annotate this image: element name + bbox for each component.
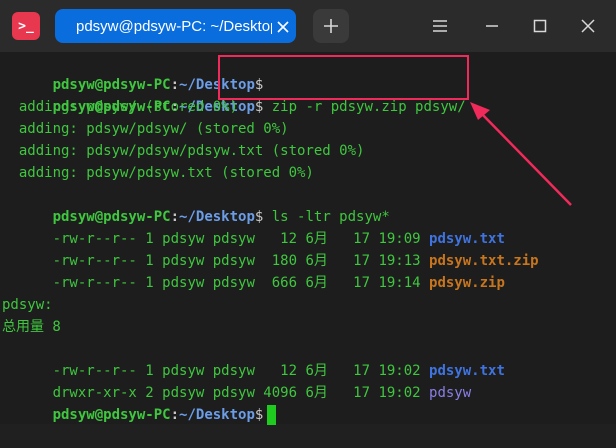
output-line: adding: pdsyw/pdsyw/pdsyw.txt (stored 0%… [2, 143, 365, 159]
plus-icon [324, 19, 338, 33]
prompt-sep: : [170, 407, 180, 423]
minimize-icon [486, 25, 498, 27]
output-line: adding: pdsyw/pdsyw.txt (stored 0%) [2, 165, 314, 181]
tab-active[interactable]: pdsyw@pdsyw-PC: ~/Desktop [55, 9, 296, 43]
hamburger-icon [433, 20, 447, 32]
prompt-line: pdsyw@pdsyw-PC:~/Desktop$ [2, 382, 277, 425]
prompt-line: pdsyw@pdsyw-PC:~/Desktop$ [2, 52, 264, 93]
ls-row: drwxr-xr-x 2 pdsyw pdsyw 4096 6月 17 19:0… [2, 360, 472, 401]
menu-button[interactable] [428, 14, 452, 38]
maximize-icon [533, 19, 547, 33]
new-tab-button[interactable] [313, 9, 349, 43]
minimize-button[interactable] [480, 14, 504, 38]
command-text: zip -r pdsyw.zip pdsyw/ [263, 99, 466, 115]
ls-row: -rw-r--r-- 1 pdsyw pdsyw 12 6月 17 19:02 … [2, 338, 505, 379]
window-close-button[interactable] [576, 14, 600, 38]
file-name: pdsyw.zip [429, 275, 505, 291]
close-icon [581, 19, 595, 33]
prompt-dollar: $ [254, 407, 264, 423]
file-meta: -rw-r--r-- 1 pdsyw pdsyw 666 6月 17 19:14 [52, 275, 430, 291]
terminal-app-icon[interactable]: >_ [12, 12, 40, 40]
dir-header: pdsyw: [2, 297, 53, 313]
terminal-window: >_ pdsyw@pdsyw-PC: ~/Desktop pdsyw@pdsyw… [0, 0, 616, 425]
ls-row: -rw-r--r-- 1 pdsyw pdsyw 180 6月 17 19:13… [2, 228, 539, 269]
command-line-ls: pdsyw@pdsyw-PC:~/Desktop$ ls -ltr pdsyw* [2, 184, 390, 225]
output-line: adding: pdsyw/pdsyw/ (stored 0%) [2, 121, 289, 137]
prompt-path: ~/Desktop [179, 407, 255, 423]
ls-row: -rw-r--r-- 1 pdsyw pdsyw 12 6月 17 19:09 … [2, 206, 505, 247]
ls-row: -rw-r--r-- 1 pdsyw pdsyw 666 6月 17 19:14… [2, 250, 505, 291]
text-cursor [267, 405, 277, 425]
total-line: 总用量 8 [2, 319, 61, 335]
tab-title: pdsyw@pdsyw-PC: ~/Desktop [76, 17, 272, 35]
terminal-output[interactable]: pdsyw@pdsyw-PC:~/Desktop$ pdsyw@pdsyw-PC… [0, 52, 616, 425]
dir-name: pdsyw [429, 385, 472, 401]
title-bar: >_ pdsyw@pdsyw-PC: ~/Desktop [0, 0, 616, 52]
close-icon[interactable] [276, 19, 290, 33]
output-line: adding: pdsyw/ (stored 0%) [2, 99, 239, 115]
prompt-user: pdsyw@pdsyw-PC [52, 407, 171, 423]
maximize-button[interactable] [528, 14, 552, 38]
command-line-zip: pdsyw@pdsyw-PC:~/Desktop$ zip -r pdsyw.z… [2, 74, 466, 115]
